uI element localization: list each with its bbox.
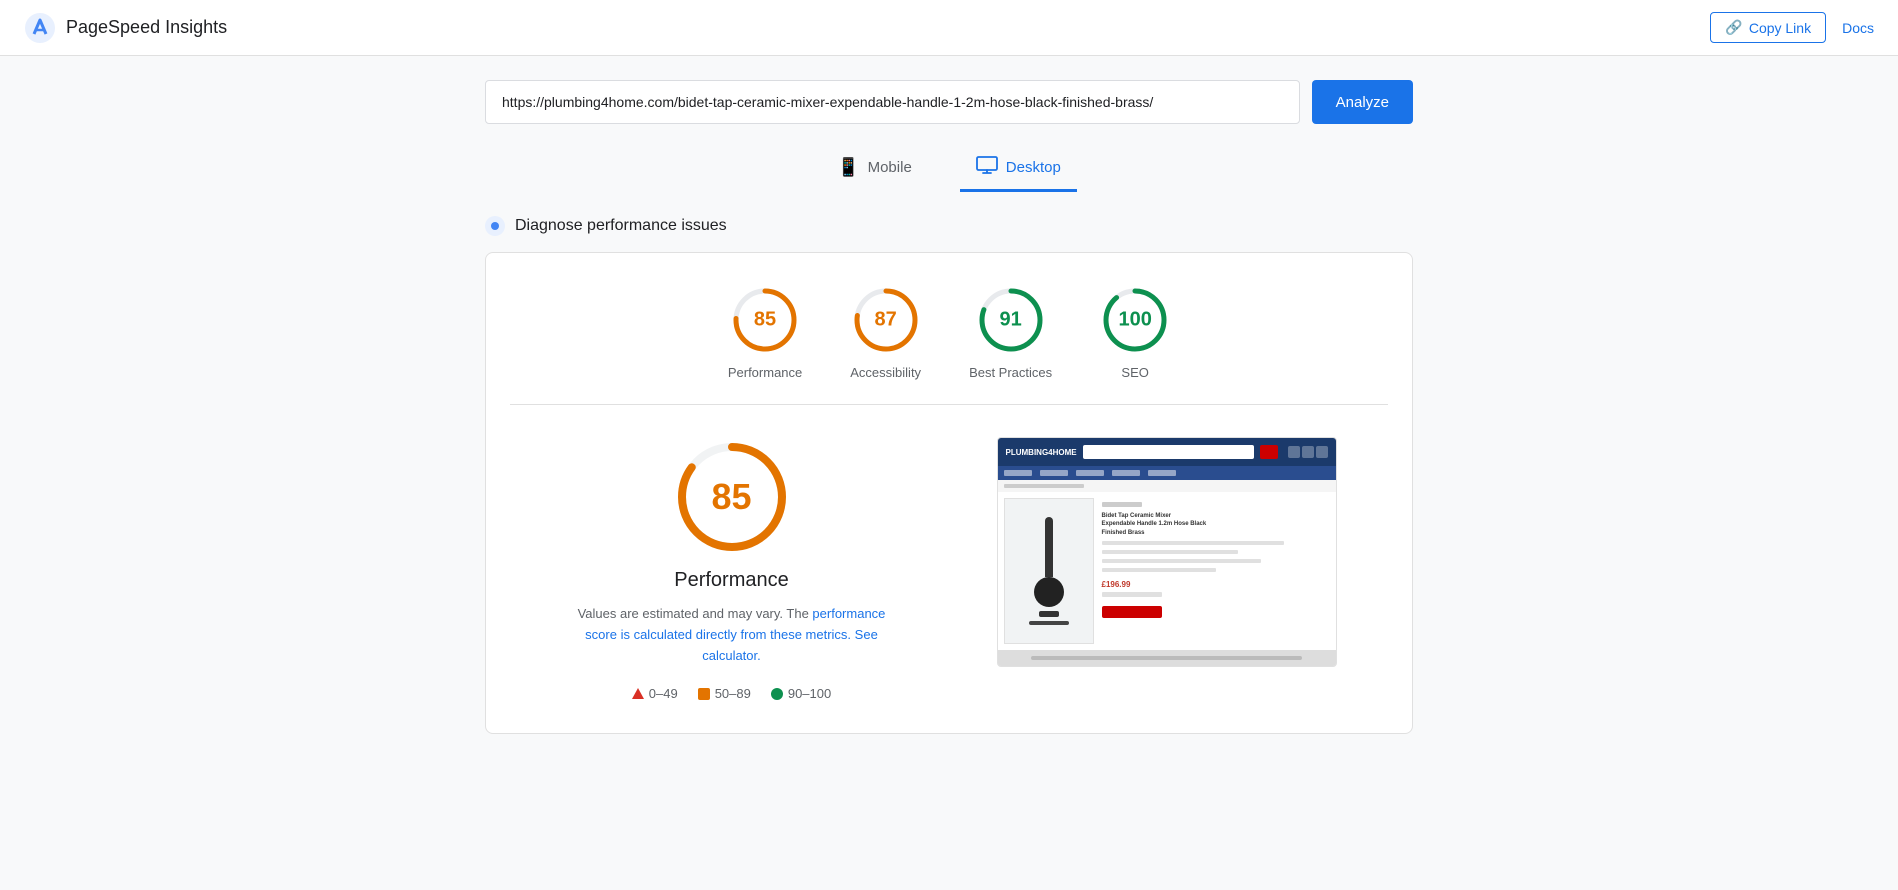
ss-add-to-cart [1102, 606, 1162, 618]
ss-breadcrumb [998, 480, 1336, 492]
section-header: Diagnose performance issues [485, 216, 1413, 236]
legend-average-icon [698, 688, 710, 700]
ss-logo: PLUMBING4HOME [1006, 448, 1077, 457]
accessibility-score: 87 [875, 309, 897, 332]
mobile-tab-label: Mobile [868, 159, 912, 176]
score-item-seo: 100 SEO [1100, 285, 1170, 380]
ss-product-info: Bidet Tap Ceramic MixerExpendable Handle… [1102, 498, 1330, 644]
section-title: Diagnose performance issues [515, 217, 727, 235]
ss-header: PLUMBING4HOME [998, 438, 1336, 466]
docs-link[interactable]: Docs [1842, 20, 1874, 36]
ss-product-title: Bidet Tap Ceramic MixerExpendable Handle… [1102, 512, 1330, 537]
best-practices-score: 91 [999, 309, 1021, 332]
performance-score: 85 [754, 309, 776, 332]
big-score-circle: 85 [672, 437, 792, 557]
score-circle-best-practices: 91 [976, 285, 1046, 355]
legend-pass: 90–100 [771, 686, 831, 701]
detail-right: PLUMBING4HOME [969, 437, 1364, 667]
scores-card: 85 Performance 87 Accessibility [485, 252, 1413, 734]
legend-pass-icon [771, 688, 783, 700]
description-static-text: Values are estimated and may vary. The [578, 606, 813, 621]
detail-section: 85 Performance Values are estimated and … [510, 405, 1388, 733]
score-circle-accessibility: 87 [851, 285, 921, 355]
performance-label: Performance [728, 365, 802, 380]
big-performance-score: 85 [711, 476, 751, 518]
copy-link-button[interactable]: 🔗 Copy Link [1710, 12, 1826, 43]
screenshot-thumbnail: PLUMBING4HOME [997, 437, 1337, 667]
app-title: PageSpeed Insights [66, 17, 227, 38]
app-header: PageSpeed Insights 🔗 Copy Link Docs [0, 0, 1898, 56]
legend-pass-range: 90–100 [788, 686, 831, 701]
best-practices-label: Best Practices [969, 365, 1052, 380]
legend-fail: 0–49 [632, 686, 678, 701]
score-item-accessibility: 87 Accessibility [850, 285, 921, 380]
device-tabs: 📱 Mobile Desktop [485, 148, 1413, 192]
detail-left: 85 Performance Values are estimated and … [534, 437, 929, 701]
ss-search-btn [1260, 445, 1278, 459]
link-icon: 🔗 [1725, 19, 1742, 36]
legend-fail-range: 0–49 [649, 686, 678, 701]
legend-average: 50–89 [698, 686, 751, 701]
pagespeed-logo [24, 12, 56, 44]
detail-title: Performance [674, 569, 789, 592]
main-content: Analyze 📱 Mobile Desktop Diagnose perfor… [469, 56, 1429, 758]
legend-average-range: 50–89 [715, 686, 751, 701]
score-item-performance: 85 Performance [728, 285, 802, 380]
screenshot-inner: PLUMBING4HOME [998, 438, 1336, 666]
header-right: 🔗 Copy Link Docs [1710, 12, 1874, 43]
detail-description: Values are estimated and may vary. The p… [562, 604, 902, 666]
score-item-best-practices: 91 Best Practices [969, 285, 1052, 380]
tab-mobile[interactable]: 📱 Mobile [821, 148, 928, 192]
legend-fail-icon [632, 688, 644, 699]
section-header-icon [485, 216, 505, 236]
desktop-icon [976, 156, 998, 179]
ss-product-price: £196.99 [1102, 580, 1330, 589]
tab-desktop[interactable]: Desktop [960, 148, 1077, 192]
score-circle-performance: 85 [730, 285, 800, 355]
scores-row: 85 Performance 87 Accessibility [510, 285, 1388, 405]
analyze-button[interactable]: Analyze [1312, 80, 1413, 124]
ss-search [1083, 445, 1254, 459]
seo-score: 100 [1118, 309, 1151, 332]
desktop-tab-label: Desktop [1006, 159, 1061, 176]
mobile-icon: 📱 [837, 157, 859, 178]
ss-nav [998, 466, 1336, 480]
url-bar-container: Analyze [485, 80, 1413, 124]
accessibility-label: Accessibility [850, 365, 921, 380]
ss-footer [998, 650, 1336, 666]
ss-body: Bidet Tap Ceramic MixerExpendable Handle… [998, 492, 1336, 650]
ss-product-image [1004, 498, 1094, 644]
score-circle-seo: 100 [1100, 285, 1170, 355]
header-left: PageSpeed Insights [24, 12, 227, 44]
seo-label: SEO [1121, 365, 1148, 380]
url-input[interactable] [485, 80, 1300, 124]
legend-row: 0–49 50–89 90–100 [632, 686, 831, 701]
